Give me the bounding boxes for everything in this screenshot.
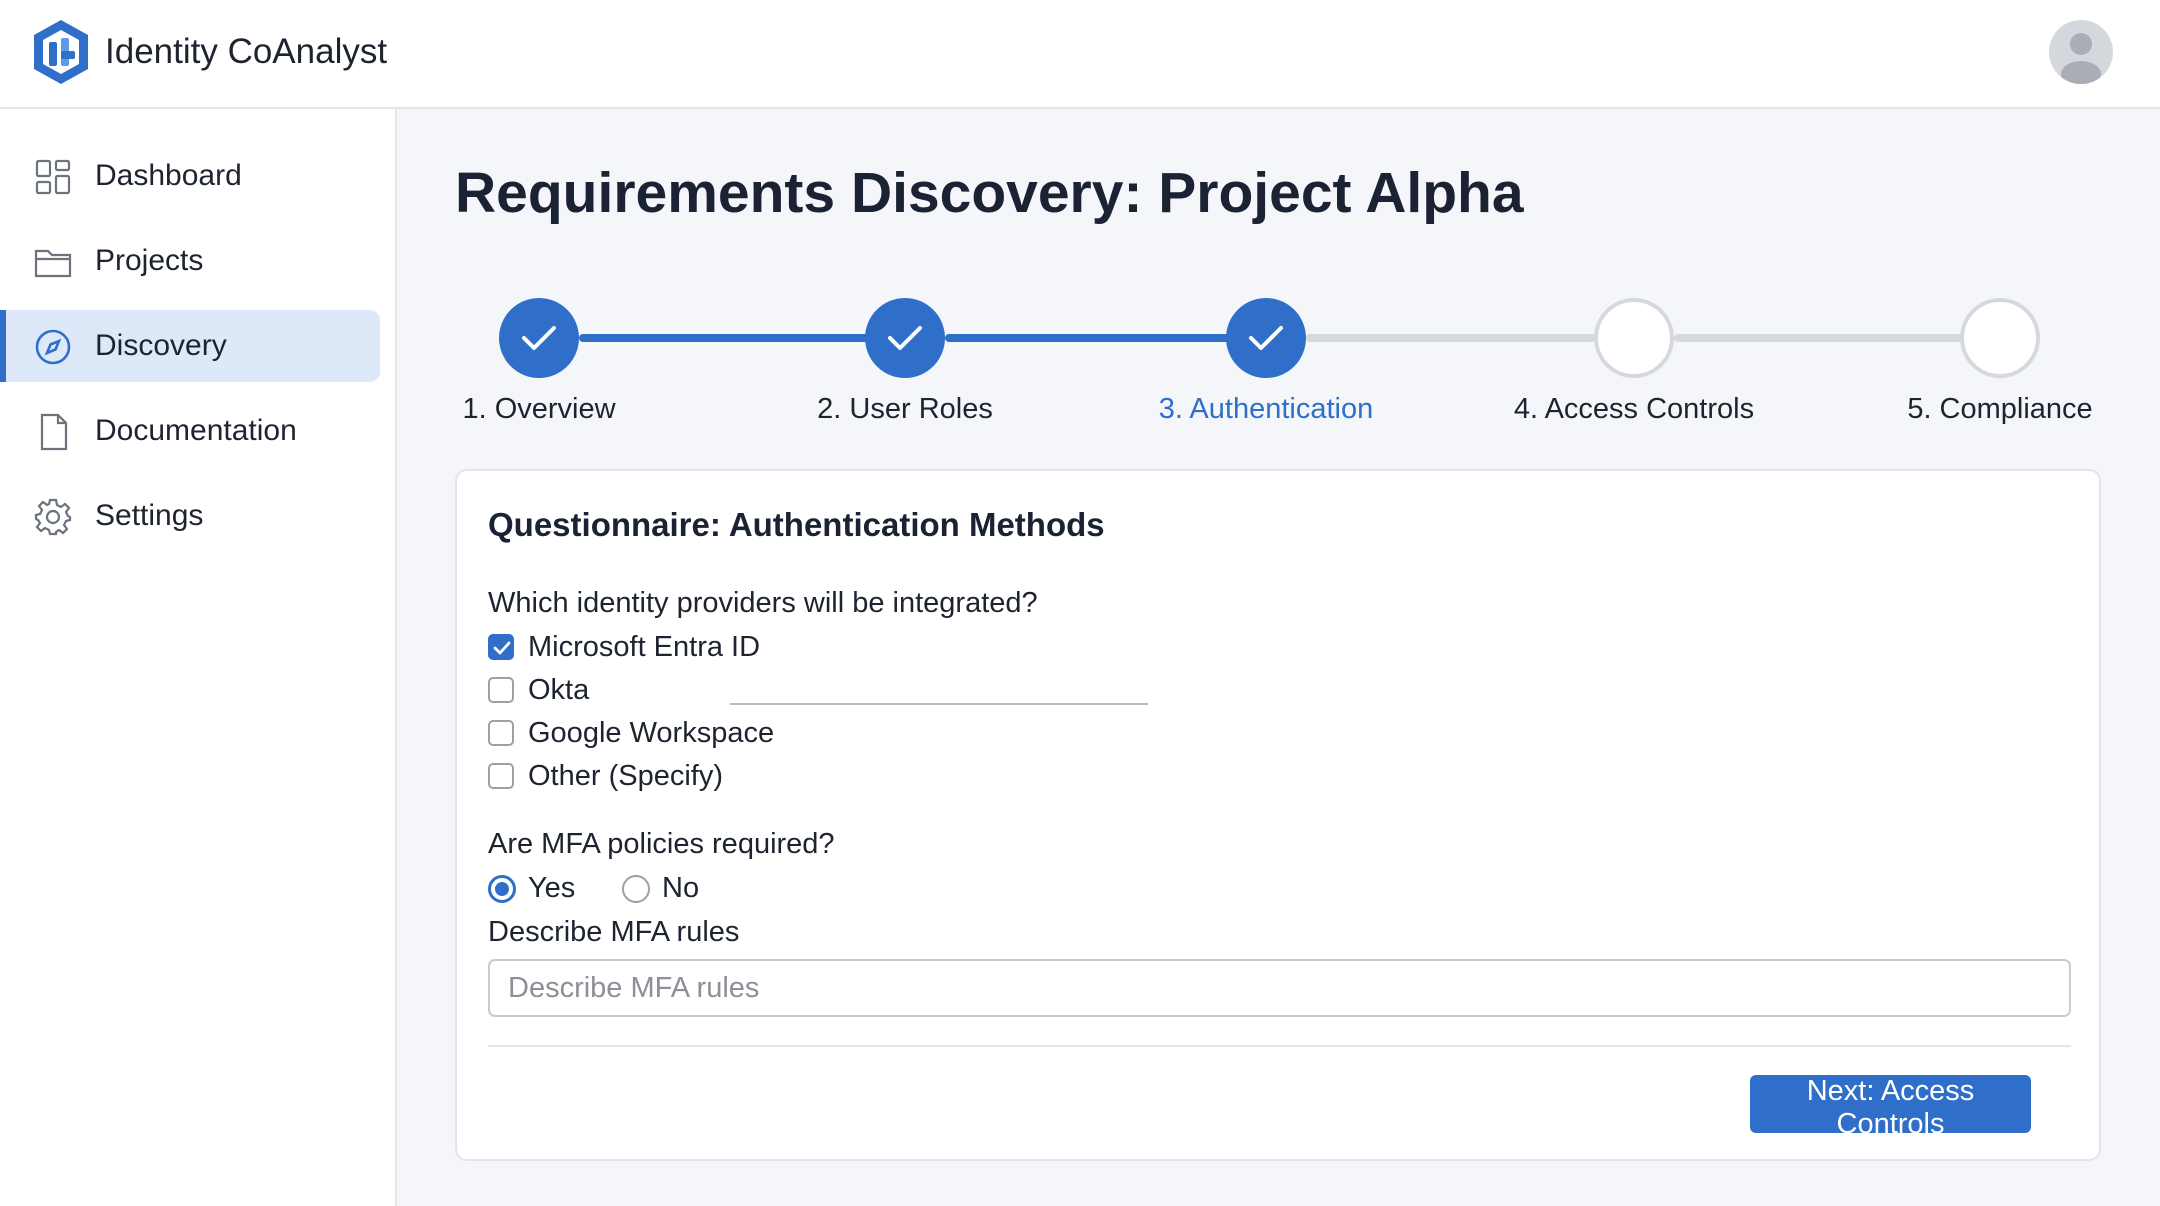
checkbox-label: Other (Specify) <box>528 760 723 792</box>
checkmark-icon <box>522 326 556 350</box>
sidebar-item-settings[interactable]: Settings <box>0 480 380 552</box>
step-3-circle[interactable] <box>1226 298 1306 378</box>
step-connector <box>1306 334 1596 342</box>
sidebar-item-label: Settings <box>95 499 204 532</box>
identity-providers-question: Which identity providers will be integra… <box>488 587 1038 619</box>
checkmark-icon <box>888 326 922 350</box>
radio-selected[interactable] <box>488 875 516 903</box>
checkbox-checked[interactable] <box>488 634 514 660</box>
checkmark-icon <box>493 641 511 655</box>
mfa-rules-label: Describe MFA rules <box>488 916 740 948</box>
dashboard-grid-icon <box>35 159 71 195</box>
sidebar-item-label: Dashboard <box>95 159 242 192</box>
mfa-rules-input[interactable] <box>488 959 2071 1017</box>
progress-stepper: 1. Overview 2. User Roles 3. Authenticat… <box>0 290 2160 440</box>
mfa-required-question: Are MFA policies required? <box>488 828 835 860</box>
checkbox-unchecked[interactable] <box>488 720 514 746</box>
checkbox-label: Okta <box>528 674 590 706</box>
radio-unselected[interactable] <box>622 875 650 903</box>
other-specify-field[interactable] <box>730 703 1148 705</box>
sidebar: Dashboard Projects Discovery Documentati… <box>0 109 397 1206</box>
radio-no[interactable]: No <box>622 869 712 907</box>
user-avatar[interactable] <box>2049 20 2113 84</box>
step-connector <box>579 334 869 342</box>
user-avatar-icon <box>2061 33 2101 84</box>
step-3-label: 3. Authentication <box>1158 393 1374 425</box>
step-1-label: 1. Overview <box>462 393 616 425</box>
next-access-controls-button[interactable]: Next: Access Controls <box>1750 1075 2031 1140</box>
app-title: Identity CoAnalyst <box>105 32 388 71</box>
step-5-circle[interactable] <box>1960 298 2040 378</box>
step-2-label: 2. User Roles <box>817 393 993 425</box>
app-logo-icon <box>34 20 88 84</box>
checkbox-label: Microsoft Entra ID <box>528 631 761 663</box>
step-2-circle[interactable] <box>865 298 945 378</box>
page-title: Requirements Discovery: Project Alpha <box>455 161 1524 225</box>
radio-label: Yes <box>528 872 576 904</box>
folder-icon <box>34 249 72 278</box>
sidebar-item-label: Projects <box>95 244 204 277</box>
step-5-label: 5. Compliance <box>1907 393 2093 425</box>
radio-label: No <box>662 872 700 904</box>
sidebar-item-projects[interactable]: Projects <box>0 225 380 297</box>
top-header: Identity CoAnalyst <box>0 0 2160 109</box>
radio-yes[interactable]: Yes <box>488 869 578 907</box>
card-title: Questionnaire: Authentication Methods <box>488 506 1105 543</box>
step-connector <box>1674 334 1964 342</box>
gear-icon <box>34 498 72 536</box>
questionnaire-card: Questionnaire: Authentication Methods Wh… <box>455 469 2101 1161</box>
card-divider <box>488 1045 2071 1047</box>
step-4-circle[interactable] <box>1594 298 1674 378</box>
sidebar-item-dashboard[interactable]: Dashboard <box>0 140 380 212</box>
checkbox-unchecked[interactable] <box>488 677 514 703</box>
checkmark-icon <box>1249 326 1283 350</box>
step-1-circle[interactable] <box>499 298 579 378</box>
checkbox-unchecked[interactable] <box>488 763 514 789</box>
step-connector <box>945 334 1230 342</box>
step-4-label: 4. Access Controls <box>1513 393 1755 425</box>
checkbox-label: Google Workspace <box>528 717 775 749</box>
